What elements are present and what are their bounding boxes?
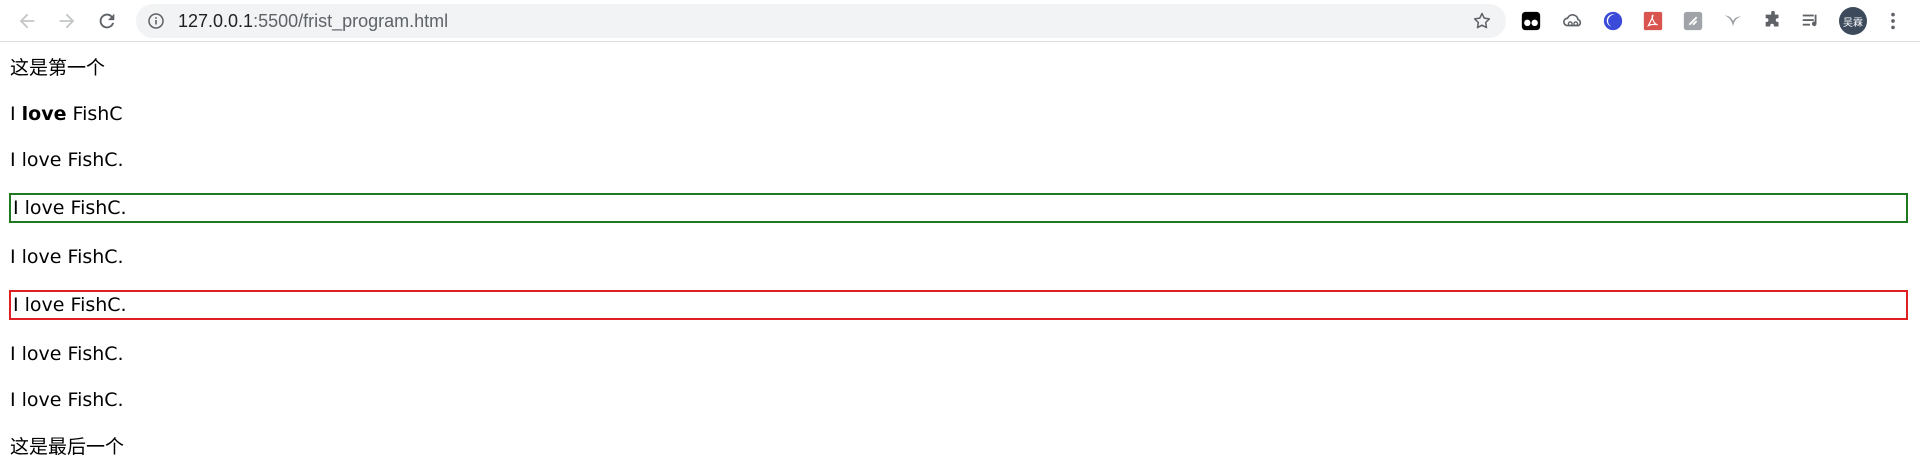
bird-icon[interactable] — [1720, 8, 1746, 34]
reload-button[interactable] — [92, 6, 122, 36]
bold-line-strong: love — [21, 103, 67, 125]
avatar[interactable]: 吴霖 — [1839, 7, 1867, 35]
puzzle-icon[interactable] — [1760, 8, 1786, 34]
bold-line-post: FishC — [66, 103, 123, 125]
bold-line-pre: I — [10, 103, 22, 125]
blue-extension-icon[interactable] — [1600, 8, 1626, 34]
last-line: 这是最后一个 — [10, 436, 125, 458]
kebab-menu-icon[interactable] — [1880, 8, 1906, 34]
star-icon[interactable] — [1472, 11, 1492, 31]
pdf-icon[interactable] — [1640, 8, 1666, 34]
red-bordered-paragraph: I love FishC. — [9, 290, 1908, 320]
forward-button[interactable] — [52, 6, 82, 36]
url-path: :5500/frist_program.html — [253, 11, 449, 31]
info-icon[interactable] — [148, 13, 164, 29]
first-line: 这是第一个 — [10, 57, 106, 79]
gray-extension-icon[interactable] — [1680, 8, 1706, 34]
tampermonkey-icon[interactable] — [1518, 8, 1544, 34]
paragraph-line: I love FishC. — [10, 246, 124, 268]
address-bar[interactable]: 127.0.0.1:5500/frist_program.html — [136, 4, 1506, 38]
url-text[interactable]: 127.0.0.1:5500/frist_program.html — [178, 10, 448, 32]
bold-love-line: I love FishC — [10, 100, 123, 128]
paragraph-line: I love FishC. — [10, 343, 124, 365]
paragraph-line: I love FishC. — [10, 149, 124, 171]
back-arrow-icon — [19, 13, 35, 29]
back-button[interactable] — [12, 6, 42, 36]
paragraph-line: I love FishC. — [10, 389, 124, 411]
green-bordered-paragraph: I love FishC. — [9, 193, 1908, 223]
reload-icon — [99, 13, 115, 29]
forward-arrow-icon — [59, 13, 75, 29]
cloud-sync-icon[interactable] — [1560, 8, 1586, 34]
browser-toolbar: 127.0.0.1:5500/frist_program.html 吴霖 — [0, 0, 1920, 42]
reading-list-icon[interactable] — [1798, 8, 1824, 34]
url-host: 127.0.0.1 — [178, 11, 254, 31]
